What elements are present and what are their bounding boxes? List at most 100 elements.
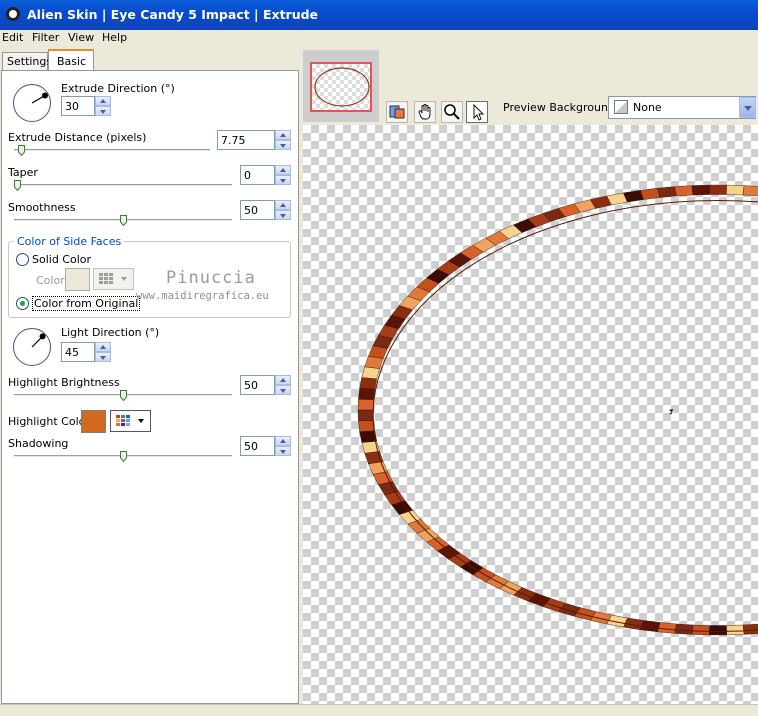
preview-background-value: None: [633, 101, 662, 114]
light-direction-dial[interactable]: [13, 328, 51, 366]
chevron-down-icon[interactable]: [739, 97, 756, 118]
spin-up-icon[interactable]: [95, 342, 111, 352]
spin-down-icon[interactable]: [275, 446, 291, 456]
shadowing-spinner[interactable]: [240, 436, 291, 456]
extrude-direction-spinner[interactable]: [61, 96, 111, 116]
window-bottom-edge: [0, 704, 758, 716]
dial-needle-icon: [31, 92, 48, 104]
ring-segment: [640, 187, 661, 200]
spin-up-icon[interactable]: [275, 200, 291, 210]
menu-bar: Edit Filter View Help: [0, 30, 758, 47]
ring-segment: [691, 624, 710, 636]
spin-up-icon[interactable]: [275, 436, 291, 446]
menu-view[interactable]: View: [68, 31, 94, 44]
highlight-brightness-spinner[interactable]: [240, 375, 291, 395]
extruded-ring-preview: [357, 184, 758, 636]
spin-up-icon[interactable]: [95, 96, 111, 106]
extrude-distance-track[interactable]: [14, 149, 210, 152]
hand-tool-button[interactable]: [414, 101, 436, 123]
preview-background-select[interactable]: [608, 96, 756, 119]
watermark-url: www.maidiregrafica.eu: [136, 290, 269, 302]
menu-help[interactable]: Help: [102, 31, 127, 44]
solid-color-label: Solid Color: [32, 253, 92, 266]
taper-track[interactable]: [14, 184, 232, 187]
spin-down-icon[interactable]: [275, 175, 291, 185]
taper-input[interactable]: [240, 165, 275, 185]
preview-compare-button[interactable]: [386, 101, 408, 123]
window-title: Alien Skin | Eye Candy 5 Impact | Extrud…: [27, 7, 319, 22]
extrude-direction-label: Extrude Direction (°): [61, 82, 175, 95]
ring-segment: [364, 451, 384, 465]
taper-spinner[interactable]: [240, 165, 291, 185]
ring-segment: [709, 625, 727, 636]
spin-down-icon[interactable]: [275, 210, 291, 220]
thumbnail-ellipse-icon: [314, 67, 370, 107]
taper-label: Taper: [8, 166, 38, 179]
side-color-swatch[interactable]: [65, 268, 90, 291]
spin-up-icon[interactable]: [275, 375, 291, 385]
zoom-tool-button[interactable]: [441, 101, 463, 123]
menu-filter[interactable]: Filter: [32, 31, 59, 44]
preview-background-swatch: [614, 100, 628, 114]
highlight-color-picker-button[interactable]: [110, 410, 151, 432]
shadowing-slider-thumb[interactable]: [119, 451, 127, 462]
tab-settings[interactable]: Settings: [2, 52, 52, 70]
palette-grid-icon: [99, 273, 127, 284]
palette-grid-icon: [116, 415, 144, 426]
highlight-color-label: Highlight Color: [8, 415, 90, 428]
spin-down-icon[interactable]: [275, 140, 291, 150]
extrude-distance-input[interactable]: [217, 130, 275, 150]
smoothness-spinner[interactable]: [240, 200, 291, 220]
cursor-icon: [665, 409, 673, 415]
tab-basic[interactable]: Basic: [48, 49, 94, 71]
spin-down-icon[interactable]: [275, 385, 291, 395]
side-color-picker-button[interactable]: [93, 268, 134, 290]
ring-segment: [657, 622, 677, 634]
ring-segment: [359, 377, 377, 390]
spin-up-icon[interactable]: [275, 130, 291, 140]
color-from-original-radio[interactable]: [16, 297, 29, 310]
ring-segment: [357, 409, 374, 422]
ring-extrusion-edge: [372, 200, 758, 632]
light-direction-input[interactable]: [61, 342, 95, 362]
hand-icon: [418, 104, 431, 120]
extrude-distance-slider-thumb[interactable]: [17, 145, 25, 156]
title-bar: Alien Skin | Eye Candy 5 Impact | Extrud…: [0, 0, 758, 30]
preview-background-label: Preview Background:: [503, 101, 619, 114]
color-from-original-label: Color from Original: [32, 296, 141, 311]
shadowing-label: Shadowing: [8, 437, 69, 450]
ring-segment: [726, 184, 745, 196]
extrude-distance-spinner[interactable]: [217, 130, 291, 150]
navigator-view-rect[interactable]: [310, 62, 372, 112]
solid-color-radio[interactable]: [16, 253, 29, 266]
light-direction-spinner[interactable]: [61, 342, 111, 362]
ring-segment: [357, 398, 374, 411]
highlight-brightness-input[interactable]: [240, 375, 275, 395]
smoothness-slider-thumb[interactable]: [119, 215, 127, 226]
ring-segment: [709, 184, 727, 195]
ring-segment: [726, 624, 745, 636]
preview-canvas[interactable]: [303, 125, 758, 708]
shadowing-input[interactable]: [240, 436, 275, 456]
ring-segment: [361, 366, 380, 380]
extrude-direction-dial[interactable]: [13, 84, 51, 122]
extrude-direction-input[interactable]: [61, 96, 95, 116]
watermark-name: Pinuccia: [166, 268, 256, 288]
spin-down-icon[interactable]: [95, 352, 111, 362]
highlight-color-swatch[interactable]: [81, 410, 106, 433]
side-faces-group-title: Color of Side Faces: [14, 235, 125, 248]
taper-slider-thumb[interactable]: [14, 180, 21, 191]
eye-icon: [6, 7, 20, 21]
highlight-brightness-slider-thumb[interactable]: [119, 390, 127, 401]
ring-segment: [358, 388, 375, 400]
side-color-label: Color: [36, 274, 65, 287]
smoothness-input[interactable]: [240, 200, 275, 220]
pointer-tool-button[interactable]: [466, 101, 488, 123]
extrude-distance-label: Extrude Distance (pixels): [8, 131, 147, 144]
spin-up-icon[interactable]: [275, 165, 291, 175]
ring-segment: [623, 190, 644, 203]
menu-edit[interactable]: Edit: [2, 31, 23, 44]
preview-compare-icon: [389, 105, 405, 119]
spin-down-icon[interactable]: [95, 106, 111, 116]
ring-segment: [742, 185, 758, 197]
